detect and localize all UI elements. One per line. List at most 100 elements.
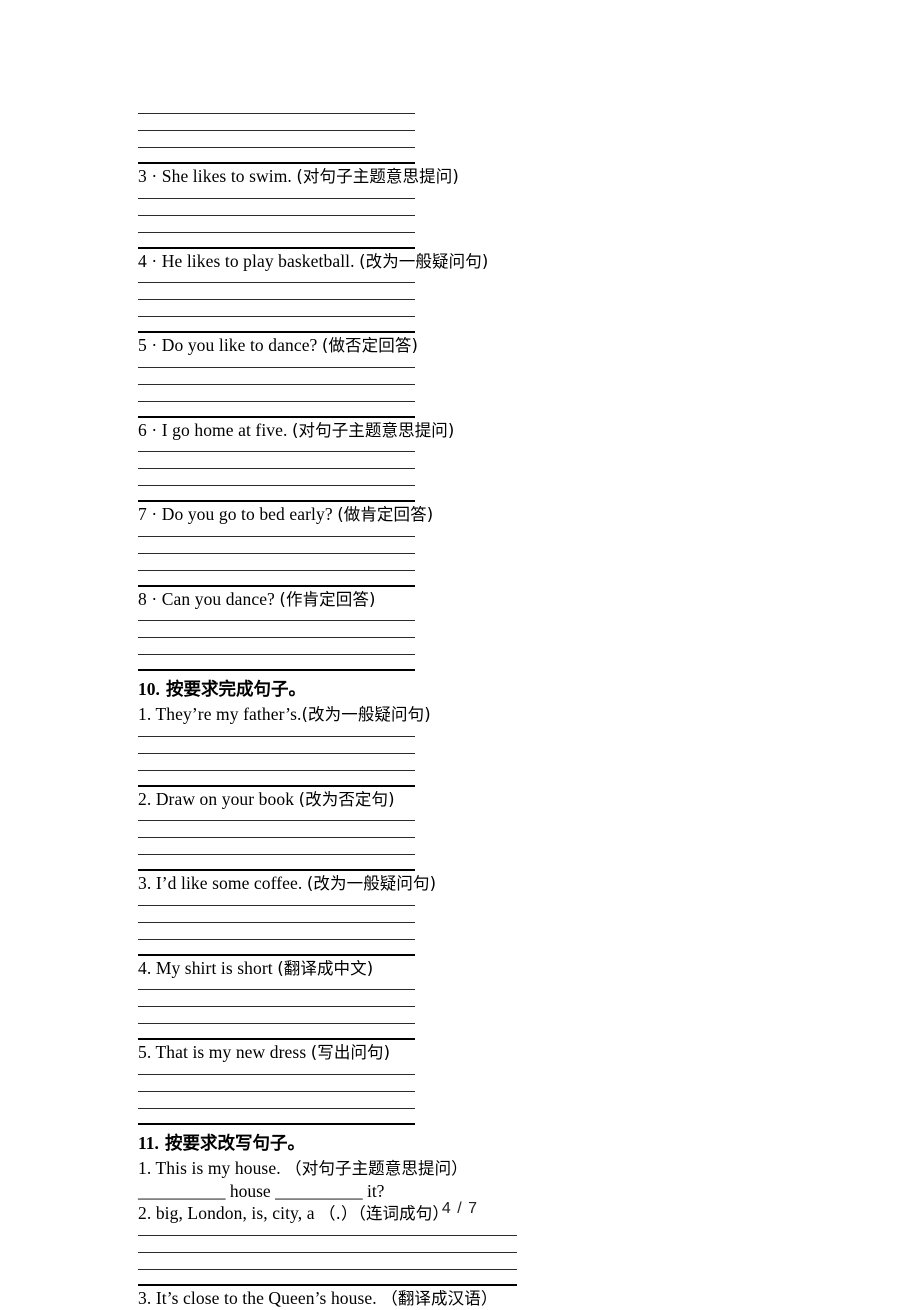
rule-group — [138, 535, 558, 587]
question-number: 4 — [138, 250, 147, 271]
rule-line — [138, 904, 415, 906]
rule-line-thick — [138, 1122, 415, 1125]
rule-group — [138, 197, 558, 249]
question-item-5: 5 · Do you like to dance? (做否定回答) — [138, 333, 558, 418]
question-chinese: (改为否定句) — [298, 789, 395, 809]
question-english: She likes to swim. — [161, 166, 292, 186]
page-number: 4 / 7 — [441, 1200, 479, 1217]
question-number: 1. — [138, 1157, 152, 1178]
section-10-item-4: 4. My shirt is short (翻译成中文) — [138, 956, 558, 1040]
rule-group — [138, 451, 558, 502]
rule-group — [138, 735, 558, 787]
worksheet-page: 3 · She likes to swim. (对句子主题意思提问) 4 · H… — [0, 0, 920, 1306]
continued-answer-lines — [138, 113, 558, 164]
section-11-number: 11. — [138, 1132, 159, 1153]
question-text: 4 · He likes to play basketball. (改为一般疑问… — [138, 249, 558, 274]
question-number: 3. — [138, 1287, 152, 1308]
rule-line — [138, 735, 415, 737]
rule-line — [138, 654, 415, 655]
question-text: 8 · Can you dance? (作肯定回答) — [138, 587, 558, 612]
fill-in-blank-answer[interactable]: __________ house __________ it? — [138, 1180, 558, 1201]
rule-line — [138, 485, 415, 486]
question-chinese: (改为一般疑问句) — [359, 251, 489, 271]
question-number: 4. — [138, 957, 152, 978]
rule-line — [138, 1090, 415, 1092]
rule-group — [138, 113, 558, 164]
question-chinese: (做否定回答) — [321, 336, 418, 355]
section-11-item-1: 1. This is my house. （对句子主题意思提问） _______… — [138, 1156, 558, 1202]
rule-line — [138, 316, 415, 317]
question-separator: · — [151, 166, 158, 186]
rule-line — [138, 837, 415, 838]
section-10-number: 10. — [138, 679, 160, 699]
rule-line — [138, 197, 415, 199]
question-item-7: 7 · Do you go to bed early? (做肯定回答) — [138, 502, 558, 587]
rule-line — [138, 1251, 517, 1253]
question-separator: · — [151, 419, 158, 440]
rule-line — [138, 1107, 415, 1109]
rule-line — [138, 1073, 415, 1075]
question-number: 6 — [138, 419, 147, 440]
rule-line — [138, 637, 415, 638]
question-text: 7 · Do you go to bed early? (做肯定回答) — [138, 502, 558, 527]
rule-group — [138, 366, 558, 418]
section-10-item-5: 5. That is my new dress (写出问句) — [138, 1040, 558, 1125]
section-10-item-2: 2. Draw on your book (改为否定句) — [138, 787, 558, 871]
section-11-item-3: 3. It’s close to the Queen’s house. （翻译成… — [138, 1286, 558, 1310]
document-content: 3 · She likes to swim. (对句子主题意思提问) 4 · H… — [138, 104, 558, 1310]
question-separator: · — [151, 504, 158, 524]
rule-group — [138, 1234, 558, 1286]
question-text: 4. My shirt is short (翻译成中文) — [138, 956, 558, 981]
question-text: 3. It’s close to the Queen’s house. （翻译成… — [138, 1286, 558, 1310]
section-10-item-3: 3. I’d like some coffee. (改为一般疑问句) — [138, 871, 558, 956]
rule-group — [138, 620, 558, 671]
question-item-8: 8 · Can you dance? (作肯定回答) — [138, 587, 558, 671]
question-english: That is my new dress — [155, 1042, 307, 1062]
question-number: 3 — [138, 166, 147, 186]
question-english: It’s close to the Queen’s house. — [155, 1287, 377, 1308]
rule-line — [138, 769, 415, 771]
question-english: My shirt is short — [155, 957, 273, 978]
rule-line — [138, 938, 415, 940]
question-chinese: (作肯定回答) — [279, 589, 376, 609]
rule-group — [138, 820, 558, 871]
question-english: Draw on your book — [155, 788, 295, 809]
rule-group — [138, 904, 558, 956]
section-11-title: 按要求改写句子。 — [165, 1133, 306, 1154]
rule-line — [138, 299, 415, 300]
question-text: 1. This is my house. （对句子主题意思提问） — [138, 1156, 558, 1181]
rule-group — [138, 1073, 558, 1125]
question-english: I’d like some coffee. — [155, 873, 303, 893]
question-chinese: （翻译成汉语） — [381, 1288, 498, 1308]
question-english: Do you go to bed early? — [161, 504, 333, 524]
question-chinese: (写出问句) — [310, 1043, 391, 1062]
question-chinese: (做肯定回答) — [337, 505, 434, 524]
rule-line — [138, 366, 415, 368]
rule-line — [138, 921, 415, 923]
rule-line — [138, 113, 415, 114]
rule-group — [138, 989, 558, 1040]
rule-line — [138, 1268, 517, 1270]
question-number: 5 — [138, 335, 147, 355]
rule-line — [138, 989, 415, 990]
rule-line — [138, 400, 415, 402]
question-chinese: (对句子主题意思提问) — [291, 420, 455, 440]
question-chinese: （对句子主题意思提问） — [285, 1158, 468, 1178]
rule-line — [138, 130, 415, 131]
question-english: This is my house. — [155, 1157, 281, 1178]
rule-line — [138, 214, 415, 216]
question-chinese: (改为一般疑问句) — [306, 874, 437, 893]
question-item-6: 6 · I go home at five. (对句子主题意思提问) — [138, 418, 558, 502]
question-number: 2. — [138, 788, 152, 809]
section-10-title: 按要求完成句子。 — [165, 680, 306, 700]
question-english: He likes to play basketball. — [161, 250, 355, 271]
rule-group — [138, 282, 558, 333]
question-text: 6 · I go home at five. (对句子主题意思提问) — [138, 418, 558, 443]
rule-line — [138, 820, 415, 821]
rule-line — [138, 620, 415, 621]
question-number: 3. — [138, 873, 152, 893]
question-item-3: 3 · She likes to swim. (对句子主题意思提问) — [138, 164, 558, 249]
question-item-4: 4 · He likes to play basketball. (改为一般疑问… — [138, 249, 558, 333]
rule-line — [138, 1023, 415, 1024]
rule-line — [138, 147, 415, 148]
